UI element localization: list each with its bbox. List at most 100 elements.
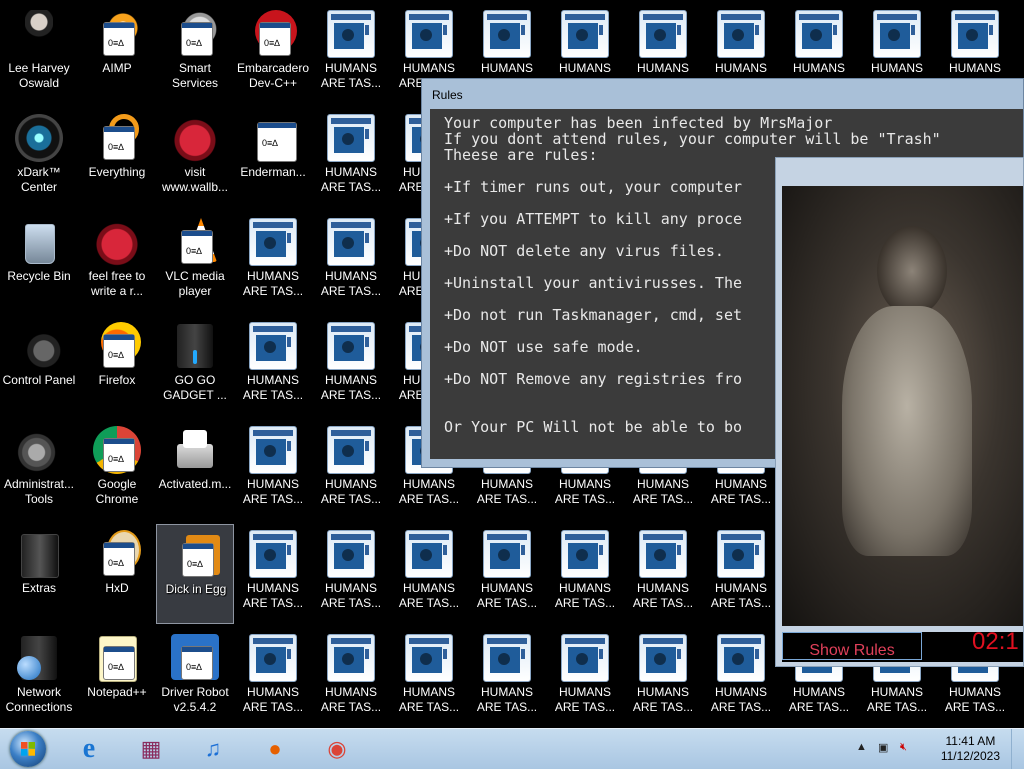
icon-label: HUMANS ARE TAS...	[866, 685, 928, 714]
notepad-plus-plus-icon: 0≡∆	[93, 634, 141, 682]
taskbar-app-internet-explorer[interactable]: e	[64, 731, 114, 767]
desktop-icon-humans[interactable]: HUMANS ARE TAS...	[234, 316, 312, 416]
icon-label: Recycle Bin	[7, 269, 71, 283]
desktop-icon-humans[interactable]: HUMANS ARE TAS...	[312, 212, 390, 312]
icon-label: HUMANS ARE TAS...	[242, 477, 304, 506]
desktop-icon-firefox[interactable]: 0≡∆ Firefox	[78, 316, 156, 416]
icon-label: Enderman...	[240, 165, 306, 179]
icon-label: xDark™ Center	[17, 165, 61, 194]
window-icon	[327, 10, 375, 58]
taskbar-app-chrome[interactable]: ◉	[312, 731, 362, 767]
desktop-icon-humans[interactable]: HUMANS ARE TAS...	[546, 524, 624, 624]
icon-label: HUMANS ARE TAS...	[398, 685, 460, 714]
icon-label: Driver Robot v2.5.4.2	[161, 685, 229, 714]
desktop-icon-humans[interactable]: HUMANS ARE TAS...	[702, 524, 780, 624]
desktop-icon-lee-harvey-oswald[interactable]: Lee Harvey Oswald	[0, 4, 78, 104]
icon-label: GO GO GADGET ...	[163, 373, 227, 402]
countdown-timer: 02:1	[972, 628, 1019, 655]
icon-label: Activated.m...	[158, 477, 232, 491]
desktop-icon-humans[interactable]: HUMANS ARE TAS...	[390, 628, 468, 728]
icon-label: Notepad++	[87, 685, 147, 699]
desktop-icon-humans[interactable]: HUMANS ARE TAS...	[234, 212, 312, 312]
scare-image-window[interactable]: Show Rules 02:1	[775, 157, 1024, 667]
icon-label: HUMANS	[636, 61, 689, 75]
desktop-icon-smart-services[interactable]: 0≡∆ Smart Services	[156, 4, 234, 104]
dick-in-egg-icon: 0≡∆	[172, 531, 220, 579]
icon-label: HUMANS ARE TAS...	[320, 269, 382, 298]
control-panel-icon	[15, 322, 63, 370]
desktop-icon-enderman[interactable]: 0≡∆ Enderman...	[234, 108, 312, 208]
desktop-icon-go-go-gadget[interactable]: GO GO GADGET ...	[156, 316, 234, 416]
icon-label: HUMANS	[792, 61, 845, 75]
desktop-icon-driver-robot[interactable]: 0≡∆ Driver Robot v2.5.4.2	[156, 628, 234, 728]
rules-line: +Do NOT use safe mode.	[444, 338, 643, 356]
show-rules-button[interactable]: Show Rules	[782, 632, 922, 660]
desktop-icon-vlc[interactable]: 0≡∆ VLC media player	[156, 212, 234, 312]
desktop-icon-humans[interactable]: HUMANS ARE TAS...	[468, 524, 546, 624]
creepy-doll-image	[782, 186, 1023, 626]
desktop-icon-humans[interactable]: HUMANS ARE TAS...	[624, 524, 702, 624]
vlc-icon: 0≡∆	[171, 218, 219, 266]
window-icon	[405, 634, 453, 682]
start-button[interactable]	[4, 729, 52, 769]
desktop-icon-notepad-plus-plus[interactable]: 0≡∆ Notepad++	[78, 628, 156, 728]
desktop-icon-hxd[interactable]: 0≡∆ HxD	[78, 524, 156, 624]
desktop-icon-embarcadero-dev-cpp[interactable]: 0≡∆ Embarcadero Dev-C++	[234, 4, 312, 104]
taskbar-app-winrar[interactable]: ▦	[126, 731, 176, 767]
network-status-icon[interactable]: ▣	[878, 741, 888, 754]
taskbar-app-music[interactable]: ♫	[188, 731, 238, 767]
desktop-icon-recycle-bin[interactable]: Recycle Bin	[0, 212, 78, 312]
desktop-icon-humans[interactable]: HUMANS ARE TAS...	[312, 420, 390, 520]
icon-label: Everything	[88, 165, 146, 179]
icon-label: HUMANS ARE TAS...	[320, 581, 382, 610]
desktop-icon-humans[interactable]: HUMANS ARE TAS...	[234, 524, 312, 624]
desktop-icon-visit-wallb[interactable]: visit www.wallb...	[156, 108, 234, 208]
icon-label: HUMANS ARE TAS...	[554, 477, 616, 506]
window-icon	[639, 10, 687, 58]
volume-muted-icon[interactable]: 🔇︎	[900, 741, 907, 754]
icon-label: HUMANS	[948, 61, 1001, 75]
desktop-icon-google-chrome[interactable]: 0≡∆ Google Chrome	[78, 420, 156, 520]
desktop-icon-humans[interactable]: HUMANS ARE TAS...	[468, 628, 546, 728]
icon-label: HUMANS ARE TAS...	[710, 685, 772, 714]
desktop-icon-humans[interactable]: HUMANS ARE TAS...	[312, 108, 390, 208]
desktop-icon-control-panel[interactable]: Control Panel	[0, 316, 78, 416]
icon-label: Administrat... Tools	[3, 477, 75, 506]
desktop-icon-humans[interactable]: HUMANS ARE TAS...	[546, 628, 624, 728]
desktop-icon-humans[interactable]: HUMANS ARE TAS...	[234, 628, 312, 728]
aimp-icon: 0≡∆	[93, 10, 141, 58]
doll-head-shape	[877, 226, 947, 316]
icon-label: HxD	[105, 581, 129, 595]
desktop-icon-feel-free[interactable]: feel free to write a r...	[78, 212, 156, 312]
icon-label: HUMANS ARE TAS...	[398, 477, 460, 506]
icon-label: HUMANS ARE TAS...	[242, 269, 304, 298]
desktop-icon-extras[interactable]: Extras	[0, 524, 78, 624]
desktop-icon-humans[interactable]: HUMANS ARE TAS...	[624, 628, 702, 728]
clock[interactable]: 11:41 AM 11/12/2023	[941, 734, 1000, 764]
icon-label: HUMANS ARE TAS...	[476, 581, 538, 610]
chrome-icon: ◉	[327, 736, 347, 761]
window-icon	[249, 322, 297, 370]
window-icon	[639, 634, 687, 682]
desktop-icon-humans[interactable]: HUMANS ARE TAS...	[234, 420, 312, 520]
desktop-icon-everything[interactable]: 0≡∆ Everything	[78, 108, 156, 208]
desktop-icon-humans[interactable]: HUMANS ARE TAS...	[312, 628, 390, 728]
show-hidden-icons-icon[interactable]: ▲	[856, 741, 867, 753]
desktop-icon-humans[interactable]: HUMANS ARE TAS...	[312, 4, 390, 104]
desktop-icon-network-connections[interactable]: Network Connections	[0, 628, 78, 728]
desktop-icon-administrative-tools[interactable]: Administrat... Tools	[0, 420, 78, 520]
desktop-icon-humans[interactable]: HUMANS ARE TAS...	[702, 628, 780, 728]
desktop-icon-xdark-center[interactable]: xDark™ Center	[0, 108, 78, 208]
icon-label: HUMANS ARE TAS...	[554, 685, 616, 714]
desktop-icon-humans[interactable]: HUMANS ARE TAS...	[390, 524, 468, 624]
desktop-icon-humans[interactable]: HUMANS ARE TAS...	[312, 316, 390, 416]
show-desktop-button[interactable]	[1011, 729, 1024, 769]
desktop-icon-humans[interactable]: HUMANS ARE TAS...	[312, 524, 390, 624]
desktop-icon-activated[interactable]: Activated.m...	[156, 420, 234, 520]
hxd-icon: 0≡∆	[93, 530, 141, 578]
window-icon	[873, 10, 921, 58]
taskbar-app-firefox[interactable]: ●	[250, 731, 300, 767]
icon-label: HUMANS ARE TAS...	[632, 581, 694, 610]
desktop-icon-dick-in-egg[interactable]: 0≡∆ Dick in Egg	[156, 524, 234, 624]
desktop-icon-aimp[interactable]: 0≡∆ AIMP	[78, 4, 156, 104]
